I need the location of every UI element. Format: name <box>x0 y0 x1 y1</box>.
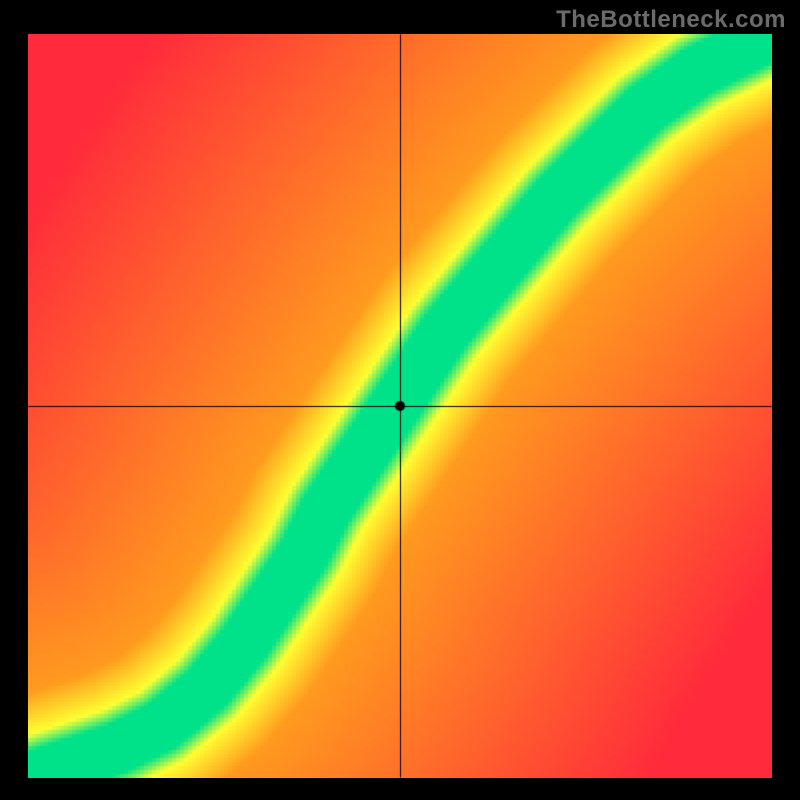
heatmap-plot <box>28 34 772 778</box>
chart-frame: TheBottleneck.com <box>0 0 800 800</box>
watermark-text: TheBottleneck.com <box>556 6 786 34</box>
